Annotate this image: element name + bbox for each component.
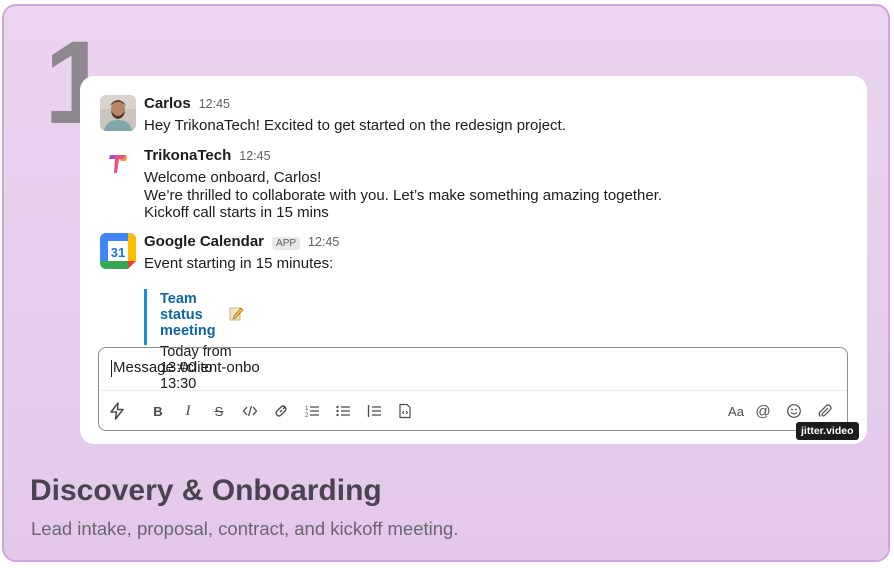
message-text: We’re thrilled to collaborate with you. … bbox=[144, 186, 663, 204]
timestamp[interactable]: 12:45 bbox=[308, 235, 339, 249]
mention-icon[interactable]: @ bbox=[753, 401, 773, 421]
attach-icon[interactable] bbox=[815, 401, 835, 421]
app-badge: APP bbox=[272, 236, 301, 250]
slide-frame: 1 Carlos 12:45 Hey TrikonaTech! Excited … bbox=[2, 4, 890, 562]
sender-name[interactable]: Carlos bbox=[144, 95, 191, 112]
link-icon[interactable] bbox=[271, 401, 291, 421]
memo-icon bbox=[228, 305, 244, 325]
sender-name[interactable]: Google Calendar bbox=[144, 233, 264, 250]
calendar-date: 31 bbox=[111, 245, 125, 260]
timestamp[interactable]: 12:45 bbox=[199, 97, 230, 111]
svg-text:2: 2 bbox=[305, 413, 309, 419]
event-title-link[interactable]: Team status meeting bbox=[160, 291, 216, 339]
code-icon[interactable] bbox=[240, 401, 260, 421]
chat-card: Carlos 12:45 Hey TrikonaTech! Excited to… bbox=[80, 76, 867, 444]
sender-name[interactable]: TrikonaTech bbox=[144, 147, 231, 164]
message-text: Event starting in 15 minutes: bbox=[144, 255, 334, 272]
italic-icon[interactable]: I bbox=[178, 401, 198, 421]
emoji-icon[interactable] bbox=[784, 401, 804, 421]
message-composer[interactable]: Message #client-onbo B I S 12 Aa @ bbox=[98, 347, 848, 431]
section-title: Discovery & Onboarding bbox=[30, 474, 382, 507]
message-text: Welcome onboard, Carlos! bbox=[144, 169, 322, 186]
trikonatech-logo-icon[interactable] bbox=[100, 147, 136, 183]
ordered-list-icon[interactable]: 12 bbox=[302, 401, 322, 421]
jitter-watermark: jitter.video bbox=[796, 422, 859, 440]
svg-text:1: 1 bbox=[305, 406, 309, 412]
message-input-text: Message #client-onbo bbox=[113, 359, 260, 376]
bullet-list-icon[interactable] bbox=[333, 401, 353, 421]
code-block-icon[interactable] bbox=[395, 401, 415, 421]
bold-icon[interactable]: B bbox=[148, 401, 168, 421]
avatar-carlos[interactable] bbox=[100, 95, 136, 131]
google-calendar-icon[interactable]: 31 bbox=[100, 233, 136, 269]
message-text: Hey TrikonaTech! Excited to get started … bbox=[144, 117, 566, 134]
formatting-toolbar: B I S 12 Aa @ bbox=[99, 390, 847, 431]
message-text: Kickoff call starts in 15 mins bbox=[144, 204, 329, 221]
event-attachment: Team status meeting Today from 13:00 to … bbox=[144, 289, 244, 392]
message-input[interactable]: Message #client-onbo bbox=[111, 359, 260, 377]
formatting-icon[interactable]: Aa bbox=[723, 401, 749, 421]
strikethrough-icon[interactable]: S bbox=[209, 401, 229, 421]
timestamp[interactable]: 12:45 bbox=[239, 149, 270, 163]
text-caret bbox=[111, 359, 112, 377]
numbered-list-icon[interactable] bbox=[364, 401, 384, 421]
shortcuts-icon[interactable] bbox=[107, 401, 127, 421]
section-subtitle: Lead intake, proposal, contract, and kic… bbox=[31, 518, 459, 539]
